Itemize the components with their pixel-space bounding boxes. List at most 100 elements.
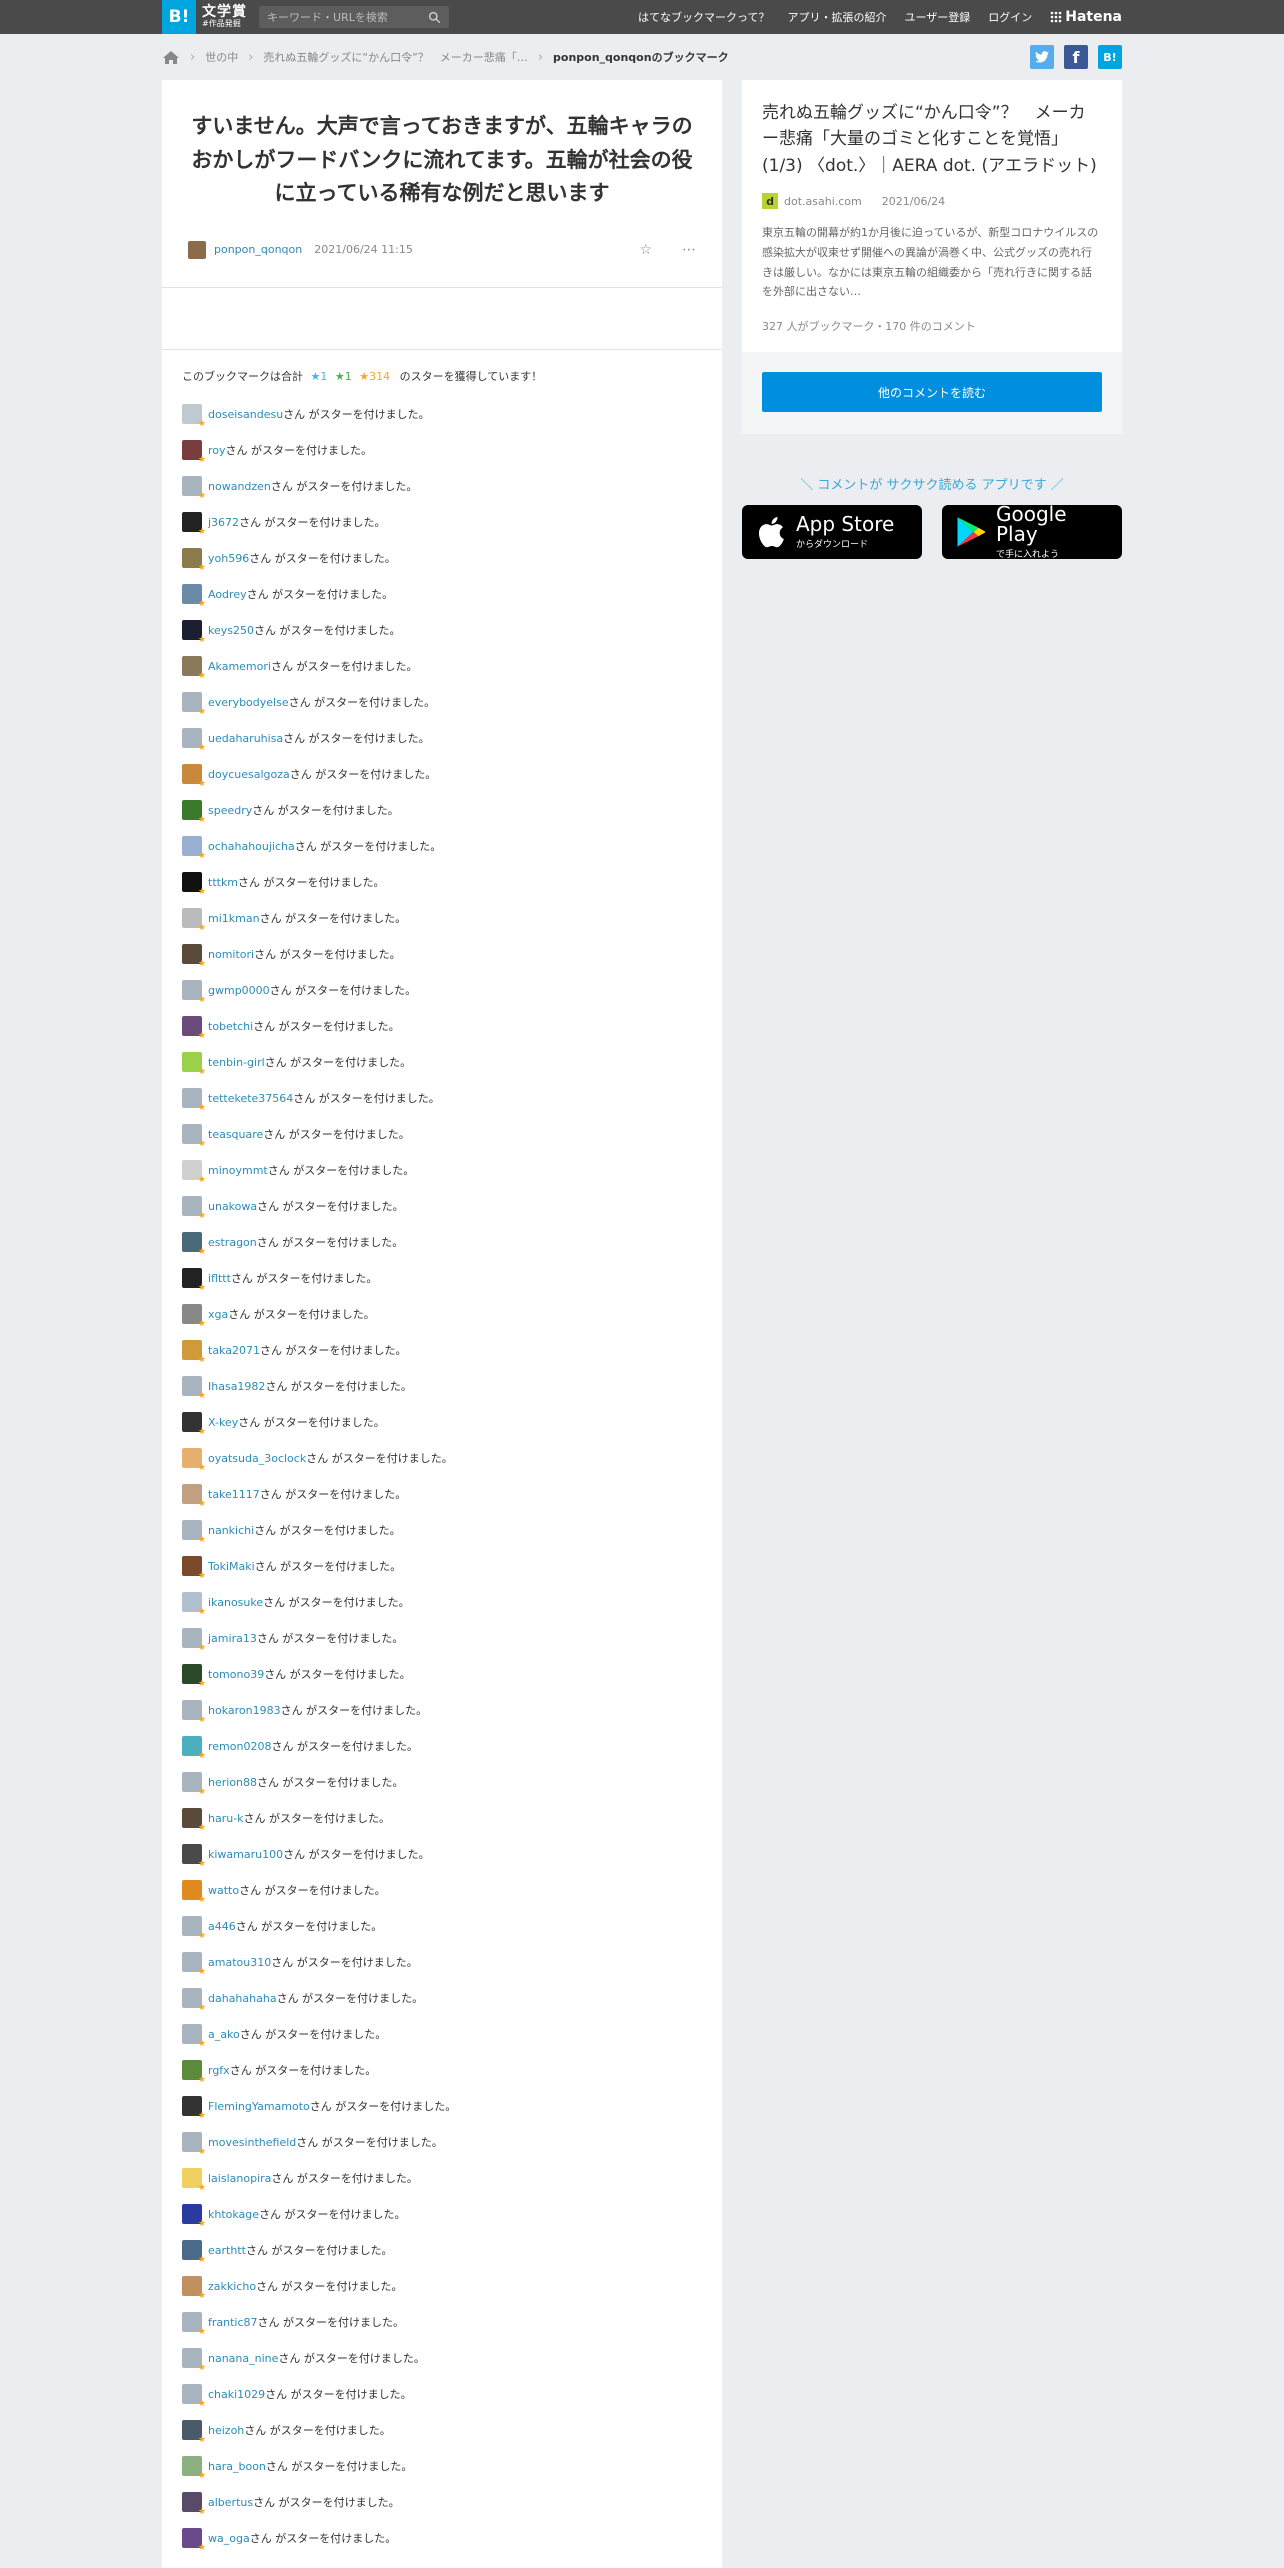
search-icon[interactable]	[428, 11, 441, 24]
star-user-link[interactable]: chaki1029	[208, 2388, 265, 2401]
avatar[interactable]: ★	[182, 728, 206, 753]
avatar[interactable]: ★	[182, 2240, 206, 2265]
star-user-link[interactable]: xga	[208, 1308, 228, 1321]
nav-apps[interactable]: アプリ・拡張の紹介	[787, 9, 886, 25]
star-user-link[interactable]: everybodyelse	[208, 696, 289, 709]
star-user-link[interactable]: nomitori	[208, 948, 254, 961]
hatebu-share-button[interactable]: B!	[1098, 45, 1122, 69]
star-user-link[interactable]: X-key	[208, 1416, 238, 1429]
star-user-link[interactable]: gwmp0000	[208, 984, 270, 997]
star-user-link[interactable]: tettekete37564	[208, 1092, 293, 1105]
add-star-icon[interactable]: ☆	[639, 242, 652, 258]
avatar[interactable]: ★	[182, 1916, 206, 1941]
avatar[interactable]: ★	[182, 2060, 206, 2085]
avatar[interactable]: ★	[182, 1124, 206, 1149]
facebook-share-button[interactable]: f	[1064, 45, 1088, 69]
star-user-link[interactable]: zakkicho	[208, 2280, 256, 2293]
star-user-link[interactable]: Akamemori	[208, 660, 271, 673]
star-user-link[interactable]: doycuesalgoza	[208, 768, 290, 781]
avatar[interactable]: ★	[182, 1232, 206, 1257]
avatar[interactable]: ★	[182, 620, 206, 645]
more-options-icon[interactable]: ⋯	[682, 242, 696, 258]
star-user-link[interactable]: ochahahoujicha	[208, 840, 295, 853]
avatar[interactable]: ★	[182, 512, 206, 537]
avatar[interactable]: ★	[182, 2456, 206, 2481]
hatebu-logo[interactable]: B!	[162, 0, 196, 34]
star-user-link[interactable]: keys250	[208, 624, 254, 637]
star-user-link[interactable]: nanana_nine	[208, 2352, 278, 2365]
star-user-link[interactable]: jamira13	[208, 1632, 257, 1645]
avatar[interactable]: ★	[182, 2384, 206, 2409]
star-user-link[interactable]: uedaharuhisa	[208, 732, 283, 745]
star-user-link[interactable]: oyatsuda_3oclock	[208, 1452, 306, 1465]
star-user-link[interactable]: frantic87	[208, 2316, 258, 2329]
star-user-link[interactable]: TokiMaki	[208, 1560, 255, 1573]
star-user-link[interactable]: dahahahaha	[208, 1992, 277, 2005]
star-user-link[interactable]: ikanosuke	[208, 1596, 263, 1609]
star-user-link[interactable]: wa_oga	[208, 2532, 250, 2545]
avatar[interactable]: ★	[182, 584, 206, 609]
avatar[interactable]: ★	[182, 1556, 206, 1581]
avatar[interactable]: ★	[182, 872, 206, 897]
avatar[interactable]: ★	[182, 548, 206, 573]
avatar[interactable]: ★	[182, 404, 206, 429]
star-user-link[interactable]: unakowa	[208, 1200, 257, 1213]
avatar[interactable]: ★	[182, 944, 206, 969]
star-user-link[interactable]: tttkm	[208, 876, 238, 889]
star-user-link[interactable]: tomono39	[208, 1668, 264, 1681]
avatar[interactable]: ★	[182, 2276, 206, 2301]
avatar[interactable]: ★	[182, 1304, 206, 1329]
star-user-link[interactable]: hokaron1983	[208, 1704, 281, 1717]
avatar[interactable]	[188, 240, 206, 259]
star-user-link[interactable]: nankichi	[208, 1524, 254, 1537]
star-user-link[interactable]: earthtt	[208, 2244, 246, 2257]
avatar[interactable]: ★	[182, 1628, 206, 1653]
avatar[interactable]: ★	[182, 2348, 206, 2373]
avatar[interactable]: ★	[182, 1088, 206, 1113]
star-user-link[interactable]: khtokage	[208, 2208, 259, 2221]
avatar[interactable]: ★	[182, 1448, 206, 1473]
home-icon[interactable]	[162, 50, 180, 65]
avatar[interactable]: ★	[182, 1052, 206, 1077]
star-user-link[interactable]: nowandzen	[208, 480, 271, 493]
star-user-link[interactable]: tenbin-girl	[208, 1056, 265, 1069]
star-user-link[interactable]: doseisandesu	[208, 408, 283, 421]
avatar[interactable]: ★	[182, 1952, 206, 1977]
star-user-link[interactable]: speedry	[208, 804, 252, 817]
avatar[interactable]: ★	[182, 692, 206, 717]
read-more-comments-button[interactable]: 他のコメントを読む	[762, 372, 1102, 412]
entry-title[interactable]: 売れぬ五輪グッズに“かん口令”？ メーカー悲痛「大量のゴミと化すことを覚悟」(1…	[762, 100, 1102, 179]
star-user-link[interactable]: haru-k	[208, 1812, 244, 1825]
entry-domain[interactable]: dot.asahi.com	[784, 195, 862, 208]
avatar[interactable]: ★	[182, 1592, 206, 1617]
avatar[interactable]: ★	[182, 1412, 206, 1437]
star-user-link[interactable]: a446	[208, 1920, 236, 1933]
avatar[interactable]: ★	[182, 836, 206, 861]
star-user-link[interactable]: tobetchi	[208, 1020, 253, 1033]
avatar[interactable]: ★	[182, 1520, 206, 1545]
star-user-link[interactable]: herion88	[208, 1776, 257, 1789]
star-user-link[interactable]: FlemingYamamoto	[208, 2100, 310, 2113]
star-user-link[interactable]: hara_boon	[208, 2460, 266, 2473]
search-input[interactable]: キーワード・URLを検索	[259, 6, 449, 28]
app-store-button[interactable]: App Store からダウンロード	[742, 505, 922, 559]
bookmark-user[interactable]: ponpon_qonqon	[214, 243, 302, 256]
avatar[interactable]: ★	[182, 764, 206, 789]
avatar[interactable]: ★	[182, 1016, 206, 1041]
avatar[interactable]: ★	[182, 800, 206, 825]
avatar[interactable]: ★	[182, 476, 206, 501]
star-user-link[interactable]: a_ako	[208, 2028, 240, 2041]
star-user-link[interactable]: mi1kman	[208, 912, 260, 925]
star-user-link[interactable]: movesinthefield	[208, 2136, 296, 2149]
star-user-link[interactable]: watto	[208, 1884, 239, 1897]
avatar[interactable]: ★	[182, 1880, 206, 1905]
star-user-link[interactable]: estragon	[208, 1236, 257, 1249]
breadcrumb-entry[interactable]: 売れぬ五輪グッズに“かん口令”？ メーカー悲痛「…	[263, 49, 527, 65]
nav-login[interactable]: ログイン	[988, 9, 1032, 25]
avatar[interactable]: ★	[182, 1988, 206, 2013]
star-user-link[interactable]: teasquare	[208, 1128, 263, 1141]
avatar[interactable]: ★	[182, 1808, 206, 1833]
star-user-link[interactable]: Ihasa1982	[208, 1380, 265, 1393]
star-user-link[interactable]: yoh596	[208, 552, 249, 565]
avatar[interactable]: ★	[182, 908, 206, 933]
